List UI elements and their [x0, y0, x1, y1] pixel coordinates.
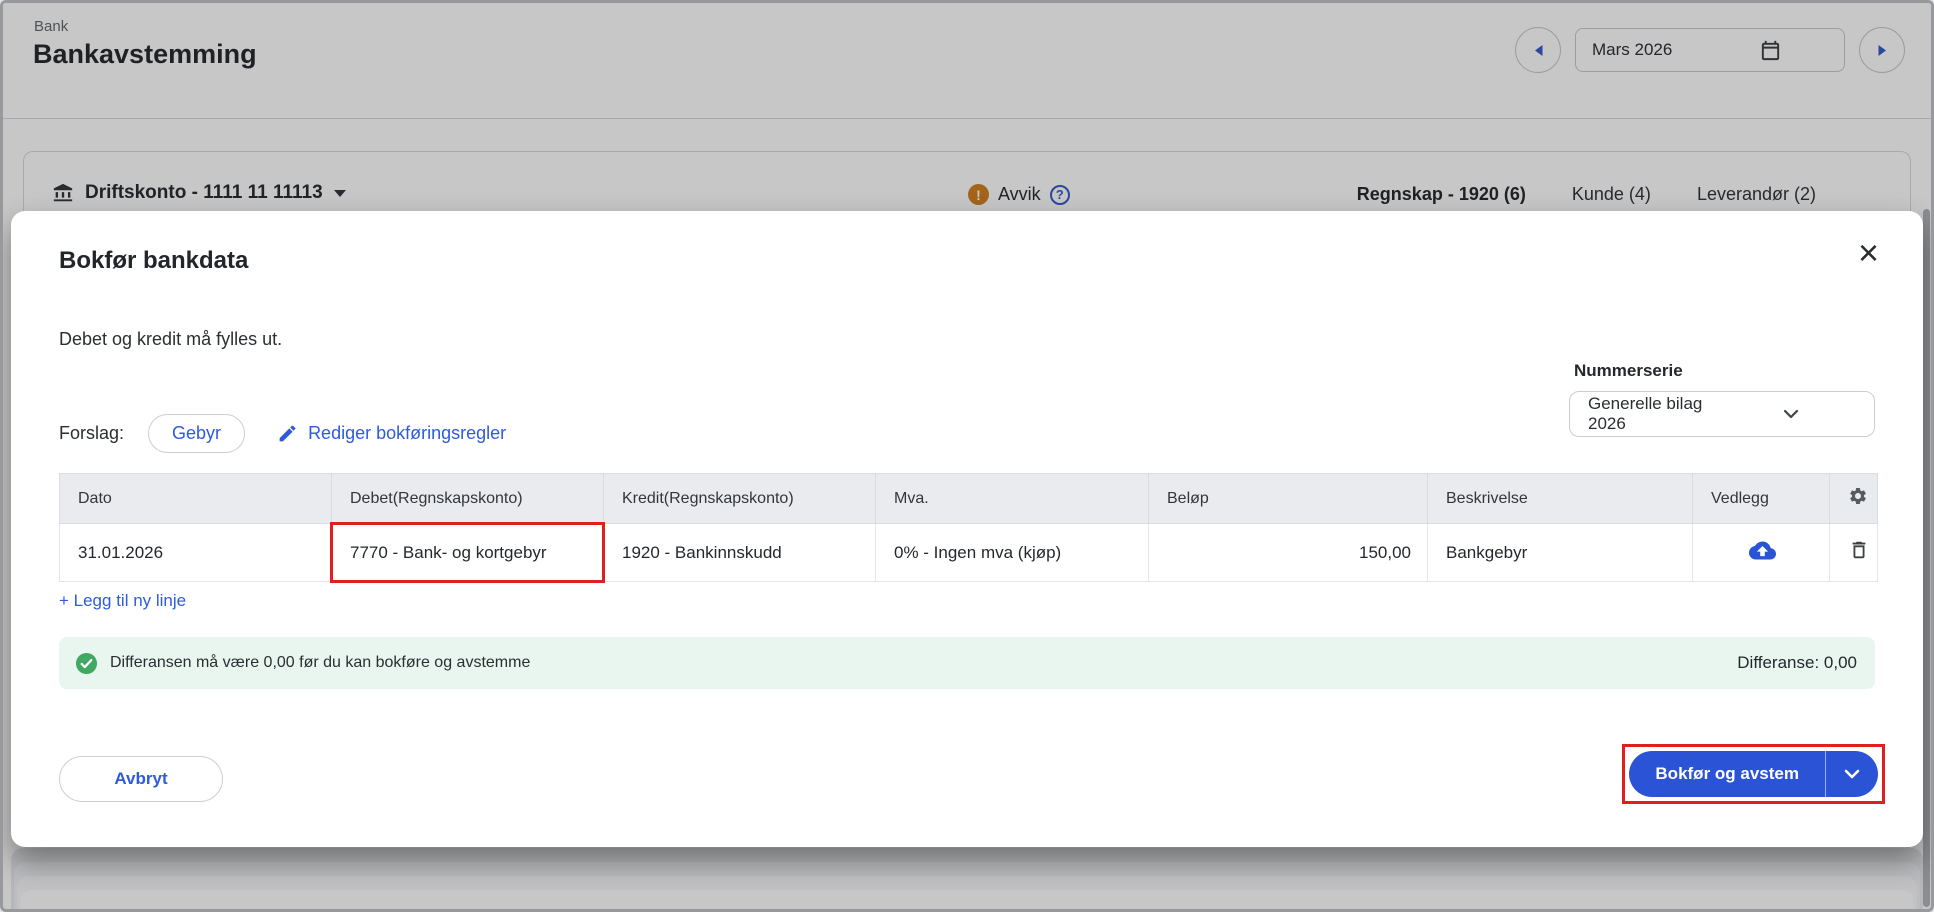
cell-delete — [1830, 524, 1878, 582]
check-circle-icon — [75, 652, 98, 675]
chevron-down-icon — [1844, 769, 1860, 779]
add-line-link[interactable]: + Legg til ny linje — [59, 591, 186, 611]
difference-banner: Differansen må være 0,00 før du kan bokf… — [59, 637, 1875, 689]
cell-beskrivelse[interactable]: Bankgebyr — [1428, 524, 1693, 582]
cloud-upload-icon[interactable] — [1749, 537, 1776, 564]
suggestion-row: Forslag: Gebyr Rediger bokføringsregler — [59, 411, 506, 455]
table-row: 31.01.2026 7770 - Bank- og kortgebyr 192… — [60, 524, 1878, 582]
col-header-vedlegg: Vedlegg — [1693, 474, 1830, 524]
forslag-label: Forslag: — [59, 423, 124, 444]
difference-value: Differanse: 0,00 — [1737, 653, 1857, 673]
submit-highlight-box: Bokfør og avstem — [1622, 744, 1885, 804]
edit-booking-rules-link[interactable]: Rediger bokføringsregler — [277, 423, 506, 444]
col-header-kredit: Kredit(Regnskapskonto) — [604, 474, 876, 524]
suggestion-chip-gebyr[interactable]: Gebyr — [148, 414, 245, 453]
col-header-beskrivelse: Beskrivelse — [1428, 474, 1693, 524]
col-header-settings — [1830, 474, 1878, 524]
booking-lines-table: Dato Debet(Regnskapskonto) Kredit(Regnsk… — [59, 473, 1878, 582]
edit-booking-rules-label: Rediger bokføringsregler — [308, 423, 506, 444]
cell-debet-highlighted[interactable]: 7770 - Bank- og kortgebyr — [332, 524, 604, 582]
table-header-row: Dato Debet(Regnskapskonto) Kredit(Regnsk… — [60, 474, 1878, 524]
chevron-down-icon — [1723, 409, 1858, 419]
cell-mva[interactable]: 0% - Ingen mva (kjøp) — [876, 524, 1149, 582]
cell-vedlegg — [1693, 524, 1830, 582]
cell-belop[interactable]: 150,00 — [1149, 524, 1428, 582]
submit-split-button: Bokfør og avstem — [1629, 751, 1878, 797]
cell-dato[interactable]: 31.01.2026 — [60, 524, 332, 582]
col-header-debet: Debet(Regnskapskonto) — [332, 474, 604, 524]
cell-kredit[interactable]: 1920 - Bankinnskudd — [604, 524, 876, 582]
col-header-dato: Dato — [60, 474, 332, 524]
nummerserie-select[interactable]: Generelle bilag 2026 — [1569, 391, 1875, 437]
trash-icon[interactable] — [1848, 539, 1870, 561]
banner-message: Differansen må være 0,00 før du kan bokf… — [110, 654, 530, 672]
bokfor-bankdata-dialog: Bokfør bankdata × Debet og kredit må fyl… — [11, 211, 1923, 847]
submit-button[interactable]: Bokfør og avstem — [1629, 751, 1825, 797]
col-header-belop: Beløp — [1149, 474, 1428, 524]
gear-icon[interactable] — [1848, 486, 1868, 506]
nummerserie-label: Nummerserie — [1574, 361, 1683, 381]
col-header-mva: Mva. — [876, 474, 1149, 524]
nummerserie-value: Generelle bilag 2026 — [1588, 394, 1723, 434]
submit-dropdown-toggle[interactable] — [1826, 751, 1878, 797]
close-icon[interactable]: × — [1858, 235, 1879, 271]
dialog-title: Bokfør bankdata — [59, 247, 248, 275]
app-window: Bank Bankavstemming Mars 2026 — [0, 0, 1934, 912]
cancel-button[interactable]: Avbryt — [59, 756, 223, 802]
dialog-subtitle: Debet og kredit må fylles ut. — [59, 329, 282, 350]
pencil-icon — [277, 423, 298, 444]
